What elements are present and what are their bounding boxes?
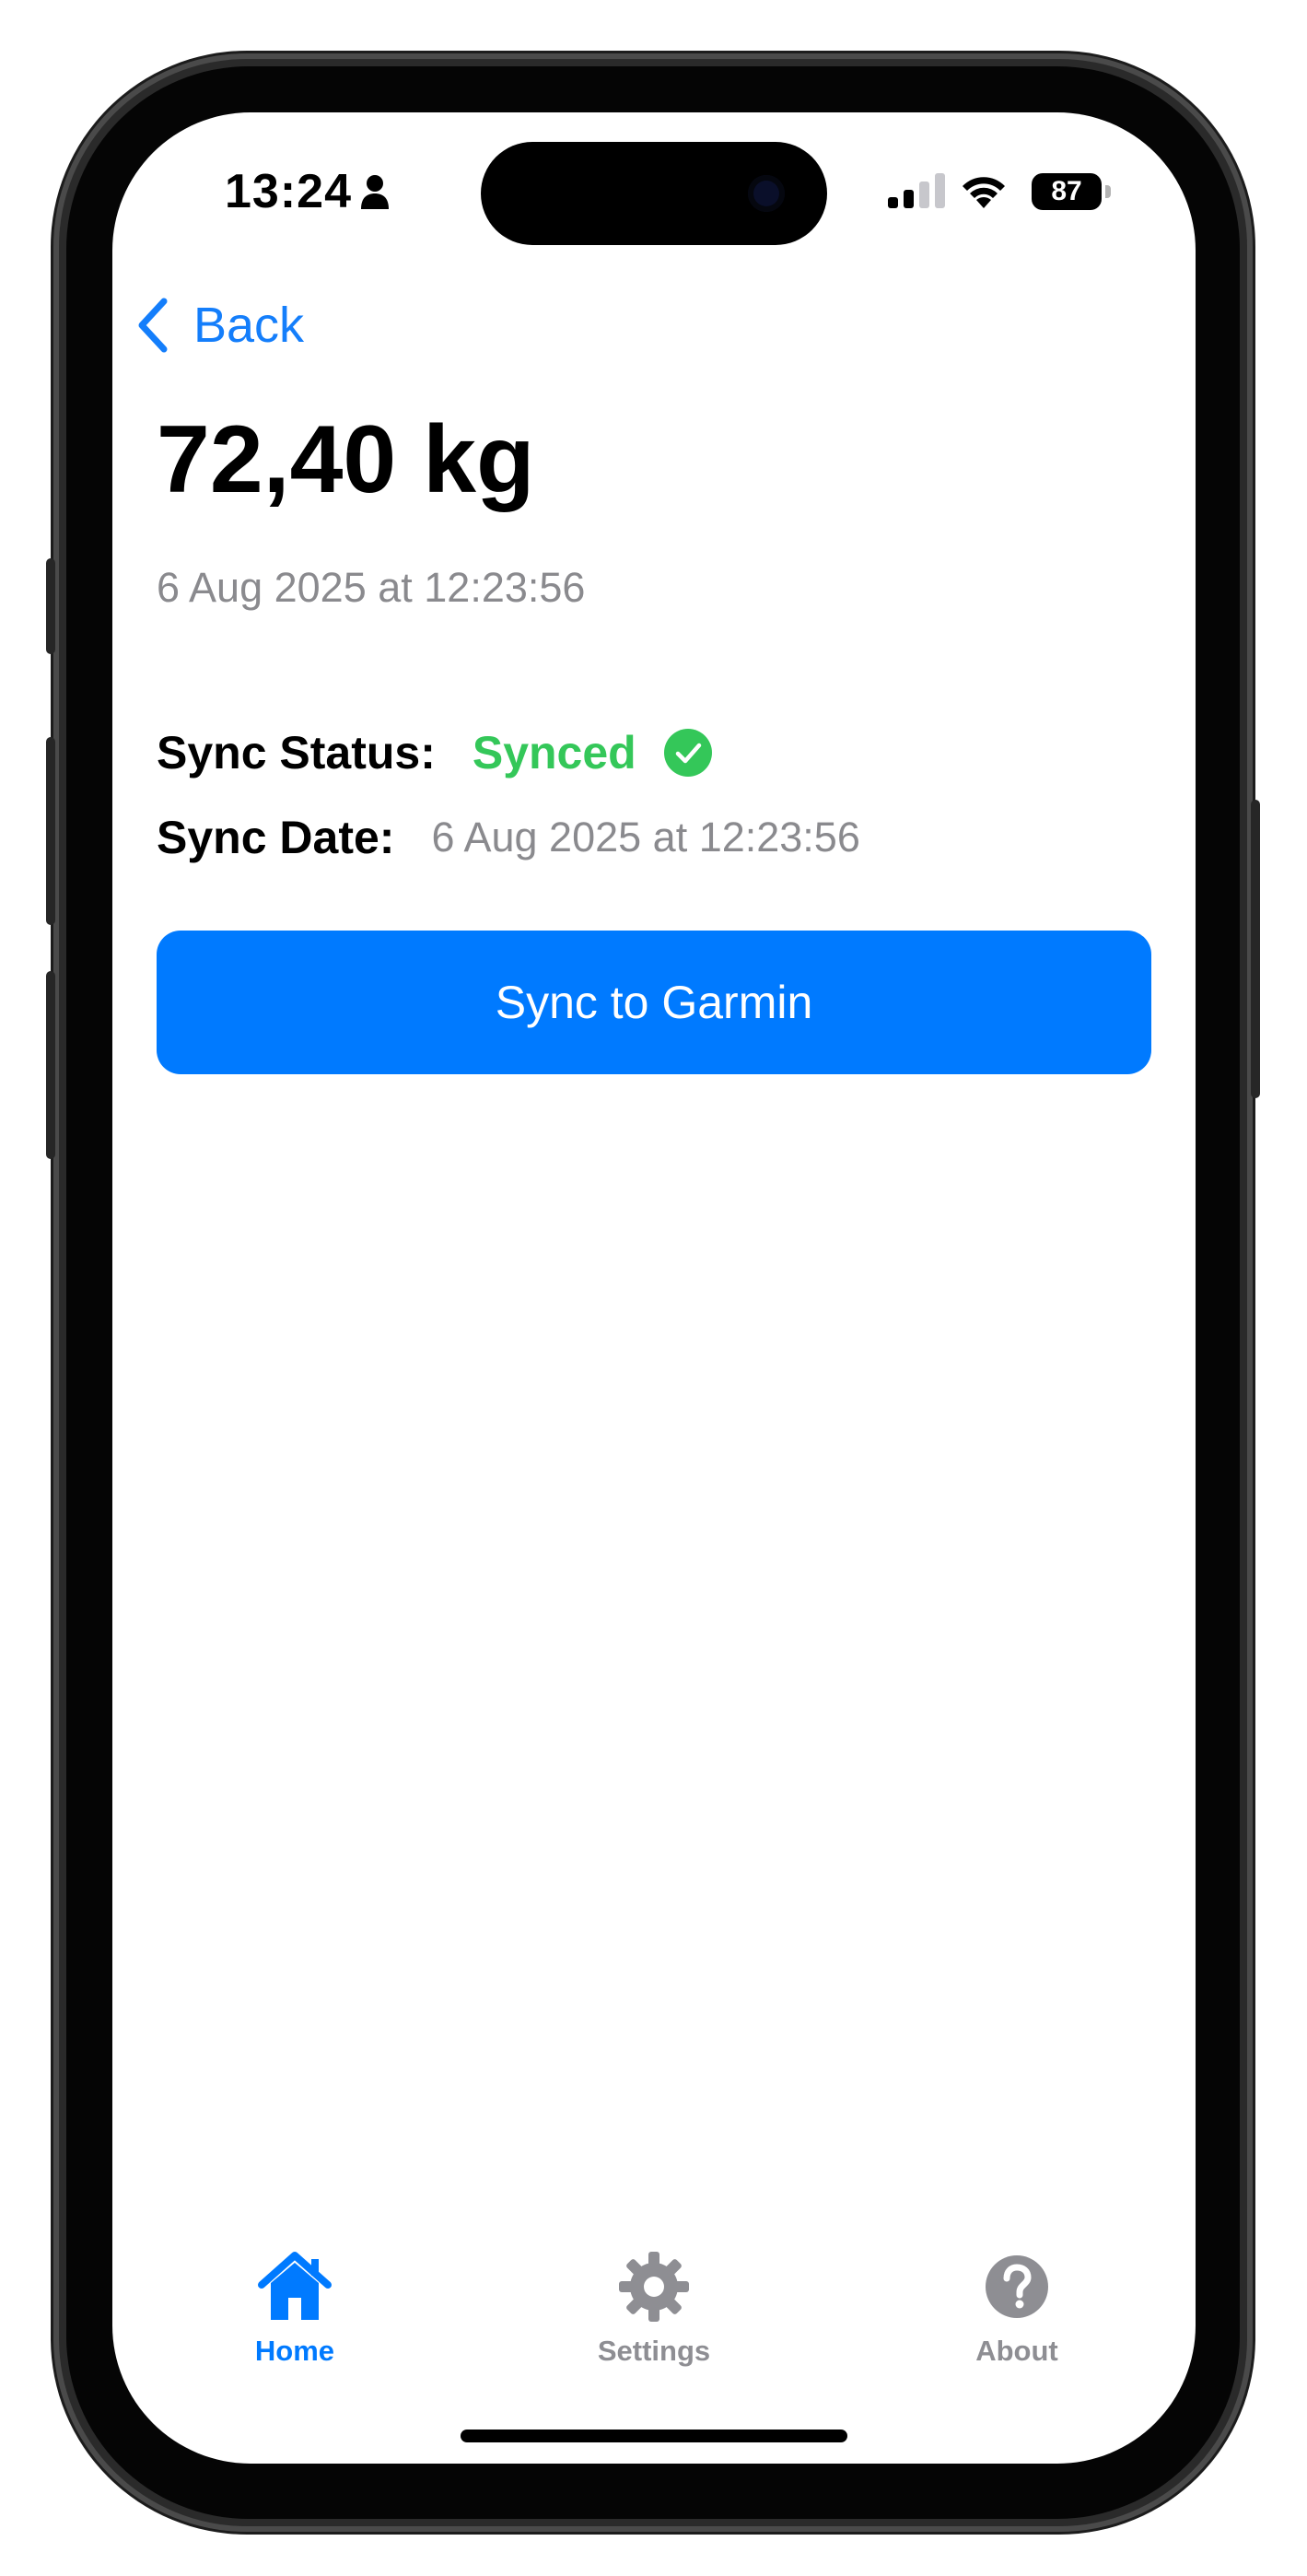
chevron-left-icon [138, 298, 168, 353]
back-button[interactable]: Back [136, 293, 304, 357]
weight-value: 72,40 kg [157, 406, 535, 513]
question-icon [986, 2255, 1048, 2318]
weight-date: 6 Aug 2025 at 12:23:56 [157, 564, 586, 611]
tab-home-label: Home [254, 2335, 335, 2367]
battery-cap [1105, 185, 1111, 198]
signal-icon [888, 173, 945, 208]
sync-date-label: Sync Date: [157, 812, 395, 863]
sync-status-label: Sync Status: [157, 727, 436, 779]
back-label: Back [193, 298, 305, 353]
tab-home[interactable]: Home [175, 2248, 414, 2386]
home-indicator [461, 2430, 847, 2442]
volume-up-button [46, 737, 55, 925]
gear-icon [619, 2252, 689, 2322]
battery-icon: 87 [1032, 173, 1113, 210]
status-time: 13:24 [225, 165, 352, 218]
sync-date-value: 6 Aug 2025 at 12:23:56 [431, 814, 860, 861]
sync-to-garmin-button[interactable]: Sync to Garmin [157, 931, 1151, 1074]
tab-settings-label: Settings [597, 2335, 711, 2367]
volume-down-button [46, 971, 55, 1159]
dynamic-island [481, 142, 827, 245]
camera-icon [748, 175, 785, 212]
app-screen: 13:24 87 Back 72,40 kg 6 Aug 2025 at 12:… [112, 112, 1196, 2464]
house-icon [258, 2252, 332, 2320]
tab-about[interactable]: About [897, 2248, 1137, 2386]
power-button [1251, 800, 1260, 1098]
action-button [46, 558, 55, 654]
sync-status-row: Sync Status: Synced [157, 720, 712, 785]
tab-about-label: About [975, 2335, 1058, 2367]
battery-level: 87 [1032, 173, 1102, 210]
sync-date-row: Sync Date: 6 Aug 2025 at 12:23:56 [157, 805, 860, 870]
sync-status-value: Synced [472, 727, 636, 779]
person-icon [361, 175, 389, 209]
checkmark-circle-icon [663, 729, 712, 777]
wifi-icon [963, 177, 1005, 208]
tab-settings[interactable]: Settings [534, 2248, 774, 2386]
